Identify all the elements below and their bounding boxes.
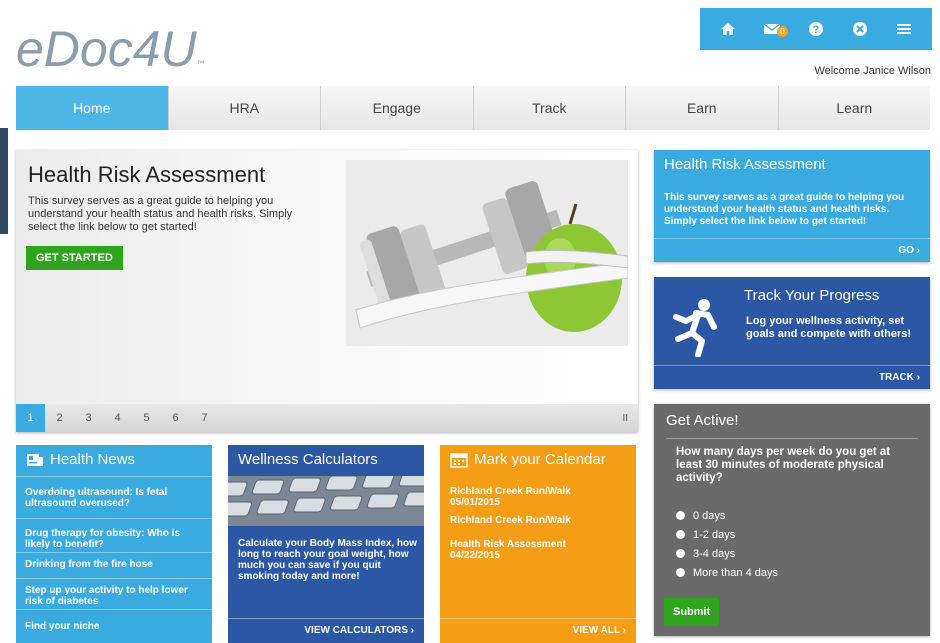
event-date: 04/22/2015 (450, 550, 501, 561)
top-toolbar: 0 ? (700, 8, 932, 50)
option-more-than-4-days[interactable]: More than 4 days (676, 563, 778, 582)
calendar-title: Mark your Calendar (450, 451, 606, 468)
main-nav: Home HRA Engage Track Earn Learn (16, 86, 930, 130)
divider (16, 476, 212, 477)
hero-title: Health Risk Assessment (28, 162, 266, 187)
welcome-text: Welcome Janice Wilson (814, 65, 931, 77)
news-icon (27, 453, 43, 466)
left-edge-accent (0, 128, 8, 234)
event-date: 05/01/2015 (450, 497, 501, 508)
event-name: Richland Creek Run/Walk (450, 486, 571, 497)
get-active-card: Get Active! How many days per week do yo… (654, 404, 930, 636)
submit-button[interactable]: Submit (664, 598, 720, 626)
divider (440, 618, 636, 619)
carousel-pager: 1 2 3 4 5 6 7 II (16, 404, 638, 432)
option-label: 3-4 days (693, 547, 736, 560)
health-news-card: Health News Overdoing ultrasound: Is fet… (16, 445, 212, 643)
divider (666, 438, 918, 439)
calculators-description: Calculate your Body Mass Index, how long… (238, 538, 417, 582)
option-0-days[interactable]: 0 days (676, 506, 778, 525)
tab-engage[interactable]: Engage (321, 86, 474, 130)
calendar-event[interactable]: Health Risk Assessment 04/22/2015 (450, 539, 566, 561)
tab-track[interactable]: Track (473, 86, 626, 130)
divider (16, 518, 212, 519)
event-name: Richland Creek Run/Walk (450, 515, 571, 526)
tab-learn[interactable]: Learn (778, 86, 930, 130)
hra-card-description: This survey serves as a great guide to h… (664, 192, 905, 227)
get-started-button[interactable]: GET STARTED (26, 246, 123, 270)
divider (654, 365, 930, 366)
news-item[interactable]: Overdoing ultrasound: Is fetal ultrasoun… (16, 487, 212, 509)
option-1-2-days[interactable]: 1-2 days (676, 525, 778, 544)
tab-earn[interactable]: Earn (626, 86, 779, 130)
news-item[interactable]: Drug therapy for obesity: Who is likely … (16, 528, 212, 550)
track-link[interactable]: TRACK › (879, 372, 920, 383)
carousel-page-5[interactable]: 5 (132, 404, 161, 432)
track-card-title: Track Your Progress (744, 287, 880, 304)
carousel-page-1[interactable]: 1 (16, 404, 45, 432)
radio-button[interactable] (676, 511, 685, 520)
calendar-title-text: Mark your Calendar (474, 451, 606, 468)
carousel-page-4[interactable]: 4 (103, 404, 132, 432)
brand-logo[interactable]: eDoc4U™ (16, 20, 205, 78)
wellness-calculators-card: Wellness Calculators Calculate your Body… (228, 445, 424, 643)
divider (16, 609, 212, 610)
divider (16, 552, 212, 553)
news-item[interactable]: Step up your activity to help lower risk… (16, 585, 212, 607)
track-progress-card: Track Your Progress Log your wellness ac… (654, 277, 930, 389)
calendar-event[interactable]: Richland Creek Run/Walk (450, 515, 571, 526)
runner-icon (673, 299, 717, 357)
mail-icon[interactable]: 0 (761, 18, 788, 40)
view-calculators-link[interactable]: VIEW CALCULATORS › (304, 625, 414, 636)
mark-calendar-card: Mark your Calendar Richland Creek Run/Wa… (440, 445, 636, 643)
option-label: 0 days (693, 509, 726, 522)
hra-card-title: Health Risk Assessment (664, 156, 826, 173)
svg-text:?: ? (813, 24, 820, 36)
calendar-event[interactable]: Richland Creek Run/Walk 05/01/2015 (450, 486, 571, 508)
track-card-description: Log your wellness activity, set goals an… (746, 315, 912, 340)
calculator-image (228, 476, 424, 526)
divider (228, 618, 424, 619)
health-news-title-text: Health News (50, 451, 136, 468)
carousel-page-2[interactable]: 2 (45, 404, 74, 432)
help-icon[interactable]: ? (805, 18, 827, 40)
event-name: Health Risk Assessment (450, 539, 566, 550)
hero-carousel: Health Risk Assessment This survey serve… (16, 150, 638, 432)
option-3-4-days[interactable]: 3-4 days (676, 544, 778, 563)
news-item[interactable]: Find your niche (16, 621, 212, 632)
get-active-title: Get Active! (666, 412, 739, 429)
radio-button[interactable] (676, 530, 685, 539)
radio-button[interactable] (676, 549, 685, 558)
home-icon[interactable] (717, 18, 739, 40)
menu-icon[interactable] (893, 18, 915, 40)
hero-image-dumbbell-apple (346, 160, 628, 346)
mail-count-badge: 0 (777, 26, 788, 37)
tab-hra[interactable]: HRA (168, 86, 321, 130)
close-icon[interactable] (849, 18, 871, 40)
hra-go-link[interactable]: GO › (898, 245, 920, 256)
calculators-title: Wellness Calculators (238, 451, 378, 468)
activity-question: How many days per week do you get at lea… (676, 446, 891, 484)
health-news-title: Health News (26, 451, 135, 468)
carousel-page-7[interactable]: 7 (190, 404, 219, 432)
calendar-icon (450, 452, 468, 468)
option-label: More than 4 days (693, 566, 778, 579)
carousel-page-3[interactable]: 3 (74, 404, 103, 432)
carousel-page-6[interactable]: 6 (161, 404, 190, 432)
pause-icon[interactable]: II (622, 413, 628, 424)
trademark: ™ (196, 59, 205, 68)
divider (654, 238, 930, 239)
hra-card: Health Risk Assessment This survey serve… (654, 150, 930, 262)
activity-options: 0 days 1-2 days 3-4 days More than 4 day… (676, 506, 778, 582)
news-item[interactable]: Drinking from the fire hose (16, 559, 212, 570)
tab-home[interactable]: Home (16, 86, 169, 130)
radio-button[interactable] (676, 568, 685, 577)
option-label: 1-2 days (693, 528, 736, 541)
divider (16, 578, 212, 579)
hero-description: This survey serves as a great guide to h… (28, 195, 293, 233)
brand-logo-text: eDoc4U (16, 21, 197, 77)
view-all-link[interactable]: VIEW ALL › (573, 625, 626, 636)
